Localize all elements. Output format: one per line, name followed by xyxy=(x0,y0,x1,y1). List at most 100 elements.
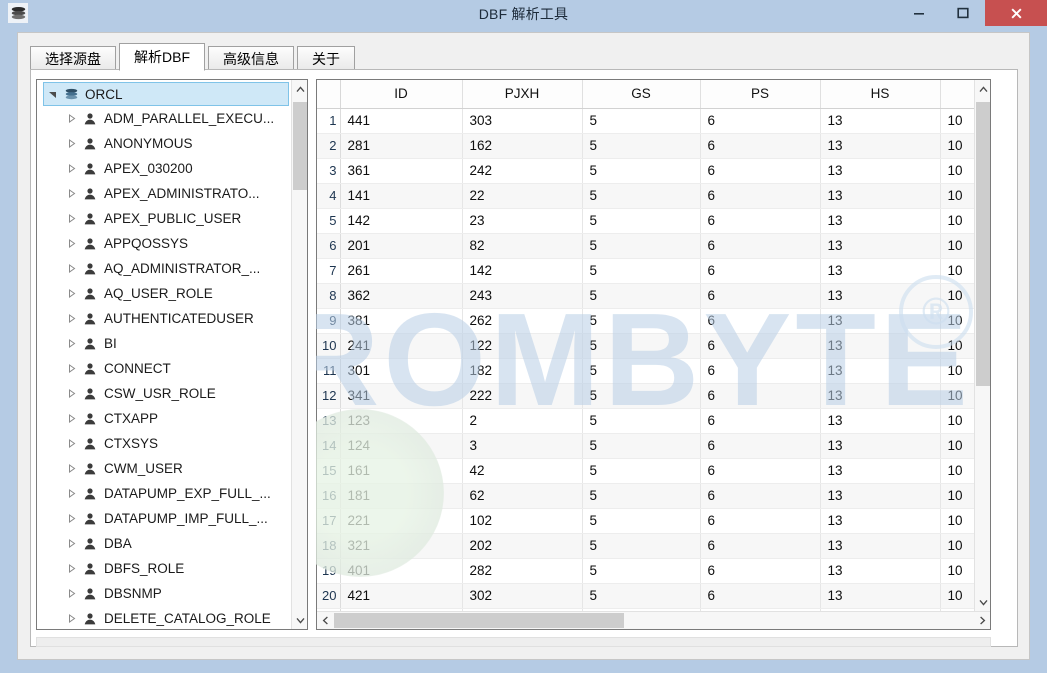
cell-id[interactable]: 381 xyxy=(340,308,462,333)
table-row[interactable]: 1516142561310 xyxy=(317,458,974,483)
tree-node-user[interactable]: DATAPUMP_IMP_FULL_... xyxy=(37,506,291,531)
chevron-right-icon[interactable] xyxy=(65,137,78,150)
cell-c6[interactable]: 10 xyxy=(940,233,974,258)
cell-id[interactable]: 124 xyxy=(340,433,462,458)
tree-node-user[interactable]: CTXSYS xyxy=(37,431,291,456)
table-row[interactable]: 9381262561310 xyxy=(317,308,974,333)
cell-ps[interactable]: 6 xyxy=(700,108,820,133)
chevron-right-icon[interactable] xyxy=(65,162,78,175)
cell-ps[interactable]: 6 xyxy=(700,558,820,583)
chevron-right-icon[interactable] xyxy=(65,212,78,225)
cell-ps[interactable]: 6 xyxy=(700,383,820,408)
cell-pjxh[interactable]: 102 xyxy=(462,508,582,533)
tree-node-user[interactable]: CSW_USR_ROLE xyxy=(37,381,291,406)
cell-pjxh[interactable]: 162 xyxy=(462,133,582,158)
cell-id[interactable]: 201 xyxy=(340,233,462,258)
minimize-button[interactable] xyxy=(897,0,941,26)
grid-hscrollbar-thumb[interactable] xyxy=(334,613,624,628)
chevron-right-icon[interactable] xyxy=(65,512,78,525)
cell-id[interactable]: 181 xyxy=(340,483,462,508)
cell-ps[interactable]: 6 xyxy=(700,508,820,533)
cell-c6[interactable]: 10 xyxy=(940,333,974,358)
cell-hs[interactable]: 13 xyxy=(820,208,940,233)
column-header-pjxh[interactable]: PJXH xyxy=(462,80,582,108)
tree-node-user[interactable]: APPQOSSYS xyxy=(37,231,291,256)
chevron-down-icon[interactable] xyxy=(46,88,59,101)
maximize-button[interactable] xyxy=(941,0,985,26)
tree-node-user[interactable]: DBSNMP xyxy=(37,581,291,606)
cell-pjxh[interactable]: 303 xyxy=(462,108,582,133)
tab-select-source-disk[interactable]: 选择源盘 xyxy=(30,46,116,71)
chevron-right-icon[interactable] xyxy=(65,462,78,475)
cell-gs[interactable]: 5 xyxy=(582,508,700,533)
cell-id[interactable]: 441 xyxy=(340,108,462,133)
table-row[interactable]: 414122561310 xyxy=(317,183,974,208)
cell-pjxh[interactable]: 222 xyxy=(462,383,582,408)
tree-node-user[interactable]: APEX_ADMINISTRATO... xyxy=(37,181,291,206)
cell-pjxh[interactable]: 122 xyxy=(462,333,582,358)
table-row[interactable]: 1618162561310 xyxy=(317,483,974,508)
cell-gs[interactable]: 5 xyxy=(582,433,700,458)
cell-id[interactable]: 261 xyxy=(340,258,462,283)
table-row[interactable]: 131232561310 xyxy=(317,408,974,433)
tree-node-user[interactable]: APEX_030200 xyxy=(37,156,291,181)
cell-gs[interactable]: 5 xyxy=(582,258,700,283)
tree-vertical-scrollbar[interactable] xyxy=(291,80,307,629)
chevron-right-icon[interactable] xyxy=(65,412,78,425)
cell-ps[interactable]: 6 xyxy=(700,533,820,558)
cell-hs[interactable]: 13 xyxy=(820,308,940,333)
cell-c6[interactable]: 10 xyxy=(940,133,974,158)
cell-hs[interactable]: 13 xyxy=(820,233,940,258)
cell-c6[interactable]: 10 xyxy=(940,483,974,508)
cell-hs[interactable]: 13 xyxy=(820,258,940,283)
cell-ps[interactable]: 6 xyxy=(700,208,820,233)
grid-scroll-up-button[interactable] xyxy=(975,80,991,98)
cell-ps[interactable]: 6 xyxy=(700,283,820,308)
cell-ps[interactable]: 6 xyxy=(700,408,820,433)
chevron-right-icon[interactable] xyxy=(65,262,78,275)
tree-scrollbar-thumb[interactable] xyxy=(293,102,307,190)
cell-gs[interactable]: 5 xyxy=(582,208,700,233)
tree-node-user[interactable]: AQ_ADMINISTRATOR_... xyxy=(37,256,291,281)
cell-pjxh[interactable]: 22 xyxy=(462,183,582,208)
cell-c6[interactable]: 10 xyxy=(940,258,974,283)
cell-ps[interactable]: 6 xyxy=(700,233,820,258)
cell-gs[interactable]: 5 xyxy=(582,358,700,383)
cell-c6[interactable]: 10 xyxy=(940,558,974,583)
cell-pjxh[interactable]: 202 xyxy=(462,533,582,558)
cell-hs[interactable]: 13 xyxy=(820,333,940,358)
tree-scroll-down-button[interactable] xyxy=(292,611,308,629)
cell-c6[interactable]: 10 xyxy=(940,308,974,333)
cell-c6[interactable]: 10 xyxy=(940,508,974,533)
tab-advanced-info[interactable]: 高级信息 xyxy=(208,46,294,71)
cell-hs[interactable]: 13 xyxy=(820,583,940,608)
cell-pjxh[interactable]: 23 xyxy=(462,208,582,233)
cell-ps[interactable]: 6 xyxy=(700,133,820,158)
cell-id[interactable]: 161 xyxy=(340,458,462,483)
table-row[interactable]: 7261142561310 xyxy=(317,258,974,283)
cell-hs[interactable]: 13 xyxy=(820,383,940,408)
cell-c6[interactable]: 10 xyxy=(940,108,974,133)
column-header-ps[interactable]: PS xyxy=(700,80,820,108)
grid-scrollbar-thumb[interactable] xyxy=(976,102,990,386)
cell-id[interactable]: 281 xyxy=(340,133,462,158)
cell-gs[interactable]: 5 xyxy=(582,408,700,433)
table-row[interactable]: 2281162561310 xyxy=(317,133,974,158)
cell-id[interactable]: 123 xyxy=(340,408,462,433)
cell-ps[interactable]: 6 xyxy=(700,458,820,483)
table-row[interactable]: 3361242561310 xyxy=(317,158,974,183)
cell-ps[interactable]: 6 xyxy=(700,358,820,383)
cell-c6[interactable]: 10 xyxy=(940,283,974,308)
cell-hs[interactable]: 13 xyxy=(820,283,940,308)
cell-hs[interactable]: 13 xyxy=(820,558,940,583)
cell-ps[interactable]: 6 xyxy=(700,183,820,208)
cell-pjxh[interactable]: 262 xyxy=(462,308,582,333)
column-header-gs[interactable]: GS xyxy=(582,80,700,108)
cell-gs[interactable]: 5 xyxy=(582,333,700,358)
cell-gs[interactable]: 5 xyxy=(582,383,700,408)
cell-pjxh[interactable]: 243 xyxy=(462,283,582,308)
cell-ps[interactable]: 6 xyxy=(700,258,820,283)
cell-hs[interactable]: 13 xyxy=(820,483,940,508)
cell-hs[interactable]: 13 xyxy=(820,458,940,483)
cell-pjxh[interactable]: 302 xyxy=(462,583,582,608)
